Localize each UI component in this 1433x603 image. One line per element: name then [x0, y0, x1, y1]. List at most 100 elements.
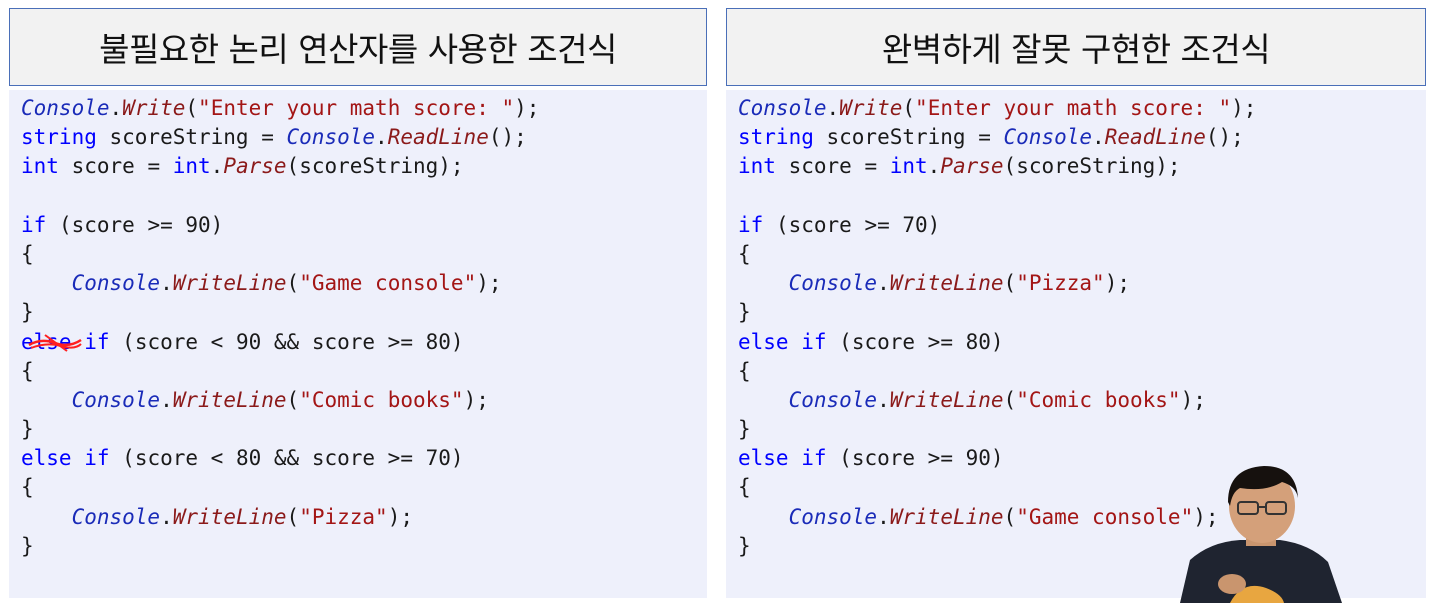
code-line: string scoreString = Console.ReadLine();: [738, 123, 1426, 152]
code-token: Console: [788, 271, 878, 296]
person-figure-icon: [1180, 466, 1342, 603]
code-line: }: [738, 415, 1426, 444]
code-token: Console: [71, 504, 161, 529]
right-panel-title: 완벽하게 잘못 구현한 조건식: [726, 8, 1426, 86]
code-token: }: [21, 300, 34, 325]
code-token: {: [738, 475, 751, 500]
code-token: .: [1092, 125, 1105, 150]
code-token: .: [160, 271, 173, 296]
code-token: else: [738, 329, 789, 354]
code-token: int: [738, 154, 776, 179]
code-line: }: [21, 415, 707, 444]
code-token: {: [738, 241, 751, 266]
code-line: Console.WriteLine("Comic books");: [738, 386, 1426, 415]
code-token: (: [902, 96, 916, 120]
code-token: .: [210, 154, 224, 179]
code-token: (: [286, 271, 300, 296]
code-token: WriteLine: [172, 504, 287, 529]
code-token: WriteLine: [889, 504, 1004, 529]
code-token: .: [927, 154, 941, 179]
code-token: );: [1231, 96, 1257, 120]
code-line: else if (score < 90 && score >= 80): [21, 328, 707, 357]
code-token: int: [172, 154, 211, 179]
code-token: if: [738, 212, 764, 237]
code-token: "Pizza": [1016, 271, 1105, 296]
code-token: {: [738, 358, 751, 383]
code-token: if: [801, 446, 827, 471]
code-token: .: [877, 271, 890, 296]
code-token: Console: [788, 504, 878, 529]
code-token: "Game console": [1016, 504, 1194, 529]
code-line: }: [738, 298, 1426, 327]
code-token: .: [375, 125, 388, 150]
code-token: }: [738, 417, 751, 442]
code-token: if: [84, 446, 110, 471]
code-token: .: [160, 387, 173, 412]
code-token: Write: [122, 96, 186, 120]
code-line: else if (score < 80 && score >= 70): [21, 444, 707, 473]
code-token: else: [21, 446, 72, 471]
code-token: WriteLine: [172, 387, 287, 412]
code-token: "Enter your math score: ": [915, 96, 1232, 120]
code-token: scoreString =: [96, 125, 287, 150]
code-token: ReadLine: [387, 125, 489, 150]
code-token: (score < 80 && score >= 70): [109, 446, 464, 471]
code-token: Console: [71, 271, 161, 296]
code-token: .: [826, 96, 840, 120]
code-line: int score = int.Parse(scoreString);: [21, 152, 707, 181]
code-token: if: [84, 329, 110, 354]
code-line: Console.Write("Enter your math score: ")…: [738, 94, 1426, 123]
code-token: );: [1180, 387, 1206, 412]
code-token: }: [21, 417, 34, 442]
code-token: WriteLine: [172, 271, 287, 296]
code-token: Console: [71, 387, 161, 412]
code-token: );: [463, 387, 489, 412]
code-token: (score < 90 && score >= 80): [109, 329, 464, 354]
code-token: Parse: [223, 154, 287, 179]
code-token: if: [801, 329, 827, 354]
code-token: );: [1104, 271, 1131, 296]
code-token: Parse: [940, 154, 1004, 179]
code-token: {: [21, 358, 34, 383]
code-token: (: [286, 387, 300, 412]
code-token: ();: [488, 125, 527, 150]
code-token: {: [21, 241, 34, 266]
code-line: else if (score >= 80): [738, 328, 1426, 357]
code-line: {: [21, 240, 707, 269]
code-token: .: [109, 96, 123, 120]
code-token: (: [1003, 271, 1017, 296]
code-token: .: [877, 387, 890, 412]
code-token: }: [738, 300, 751, 325]
code-line: string scoreString = Console.ReadLine();: [21, 123, 707, 152]
code-token: "Game console": [299, 271, 477, 296]
code-token: {: [21, 475, 34, 500]
code-token: .: [877, 504, 890, 529]
code-line: {: [738, 357, 1426, 386]
code-token: WriteLine: [889, 387, 1004, 412]
code-token: }: [21, 533, 34, 558]
code-token: else: [738, 446, 789, 471]
code-token: "Enter your math score: ": [198, 96, 515, 120]
code-token: (score >= 80): [826, 329, 1004, 354]
code-line: }: [21, 298, 707, 327]
code-token: (scoreString);: [286, 154, 464, 179]
code-token: (: [286, 504, 300, 529]
code-token: WriteLine: [889, 271, 1004, 296]
code-token: ReadLine: [1104, 125, 1206, 150]
code-token: int: [21, 154, 59, 179]
code-token: (score >= 90): [46, 212, 224, 237]
code-token: if: [21, 212, 47, 237]
code-token: Console: [1003, 125, 1093, 150]
code-token: int: [889, 154, 928, 179]
code-token: (score >= 90): [826, 446, 1004, 471]
code-line: Console.Write("Enter your math score: ")…: [21, 94, 707, 123]
code-token: (: [185, 96, 199, 120]
